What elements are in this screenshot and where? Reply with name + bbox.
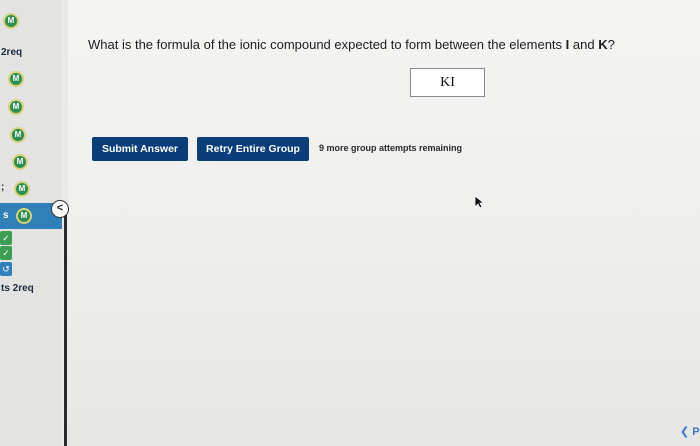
sidebar-item-4[interactable]: M xyxy=(0,94,62,120)
sidebar-item-label: ts 2req xyxy=(1,283,34,294)
sidebar-item-5[interactable]: M xyxy=(0,122,62,148)
sidebar-item-9[interactable]: ts 2req xyxy=(0,277,62,303)
sidebar: M 2req M M M M ; M s M ✓ ✓ ↺ ts 2req xyxy=(0,0,62,446)
sidebar-item-7[interactable]: ; M xyxy=(0,176,62,202)
check-icon: ✓ xyxy=(0,246,12,260)
mastery-badge-icon: M xyxy=(8,71,24,87)
mastery-badge-icon: M xyxy=(10,127,26,143)
submit-answer-button[interactable]: Submit Answer xyxy=(92,137,188,161)
sidebar-item-label: s xyxy=(3,210,9,221)
mastery-badge-icon: M xyxy=(8,99,24,115)
retry-group-button[interactable]: Retry Entire Group xyxy=(197,137,309,161)
undo-icon: ↺ xyxy=(0,262,12,276)
sidebar-item-1[interactable]: M xyxy=(0,8,62,34)
question-middle: and xyxy=(569,37,599,52)
sidebar-item-label: ; xyxy=(1,182,5,193)
sidebar-item-6[interactable]: M xyxy=(0,149,62,175)
question-prefix: What is the formula of the ionic compoun… xyxy=(88,37,566,52)
check-icon: ✓ xyxy=(0,231,12,245)
mouse-cursor-icon xyxy=(474,195,486,209)
main-content xyxy=(68,0,700,446)
panel-divider xyxy=(64,205,67,446)
mastery-badge-icon: M xyxy=(14,181,30,197)
question-suffix: ? xyxy=(607,37,615,52)
previous-page-icon[interactable]: ❮ P xyxy=(680,425,700,438)
mastery-badge-icon: M xyxy=(12,154,28,170)
sidebar-item-2[interactable]: 2req xyxy=(0,40,62,66)
sidebar-item-label: 2req xyxy=(1,47,23,58)
question-text: What is the formula of the ionic compoun… xyxy=(88,37,615,52)
attempts-remaining-text: 9 more group attempts remaining xyxy=(319,143,463,153)
collapse-sidebar-button[interactable]: < xyxy=(51,200,69,218)
mastery-badge-icon: M xyxy=(16,208,32,224)
element-two: K xyxy=(598,37,608,52)
answer-input[interactable]: KI xyxy=(410,68,485,97)
mastery-badge-icon: M xyxy=(3,13,19,29)
sidebar-item-3[interactable]: M xyxy=(0,66,62,92)
